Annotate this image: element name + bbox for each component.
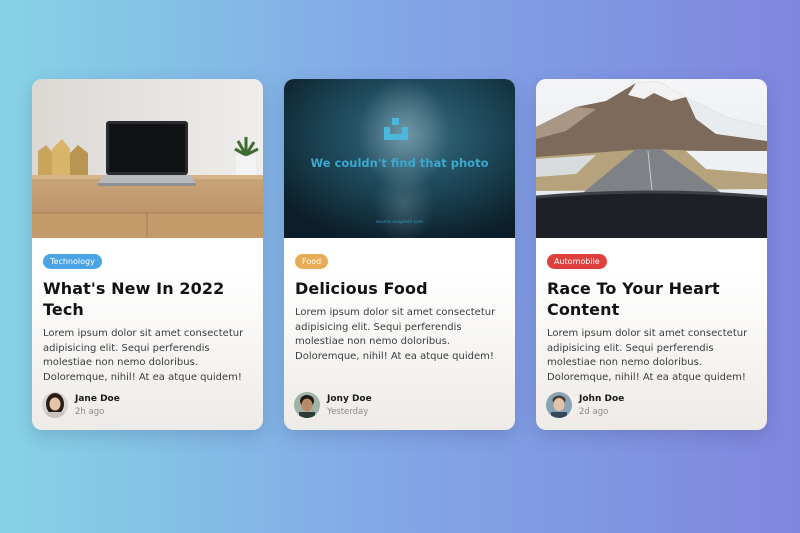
avatar — [42, 392, 68, 418]
card-image-laptop — [32, 79, 263, 238]
card-image-placeholder: We couldn't find that photo source.unspl… — [284, 79, 515, 238]
category-tag[interactable]: Food — [295, 254, 329, 269]
blog-card-food[interactable]: We couldn't find that photo source.unspl… — [284, 79, 515, 430]
card-author: John Doe 2d ago — [546, 392, 624, 418]
card-description: Lorem ipsum dolor sit amet consectetur a… — [547, 328, 748, 383]
post-time: 2h ago — [75, 406, 105, 417]
avatar — [294, 392, 320, 418]
blog-card-technology[interactable]: Technology What's New In 2022 Tech Lorem… — [32, 79, 263, 430]
image-placeholder-text: We couldn't find that photo — [310, 156, 489, 170]
card-description: Lorem ipsum dolor sit amet consectetur a… — [43, 328, 244, 383]
card-author: Jane Doe 2h ago — [42, 392, 120, 418]
image-source-text: source.unsplash.com — [375, 220, 424, 225]
card-title[interactable]: Delicious Food — [295, 278, 503, 299]
post-time: 2d ago — [579, 406, 609, 417]
category-tag[interactable]: Automobile — [547, 254, 607, 269]
author-name: Jony Doe — [327, 393, 372, 404]
post-time: Yesterday — [327, 406, 369, 417]
card-list: Technology What's New In 2022 Tech Lorem… — [32, 79, 767, 430]
card-title[interactable]: Race To Your Heart Content — [547, 278, 755, 320]
author-name: John Doe — [579, 393, 625, 404]
avatar — [546, 392, 572, 418]
card-title[interactable]: What's New In 2022 Tech — [43, 278, 251, 320]
blog-card-automobile[interactable]: Automobile Race To Your Heart Content Lo… — [536, 79, 767, 430]
card-image-road — [536, 79, 767, 238]
card-description: Lorem ipsum dolor sit amet consectetur a… — [295, 307, 496, 362]
card-author: Jony Doe Yesterday — [294, 392, 372, 418]
author-name: Jane Doe — [75, 393, 120, 404]
category-tag[interactable]: Technology — [43, 254, 102, 269]
